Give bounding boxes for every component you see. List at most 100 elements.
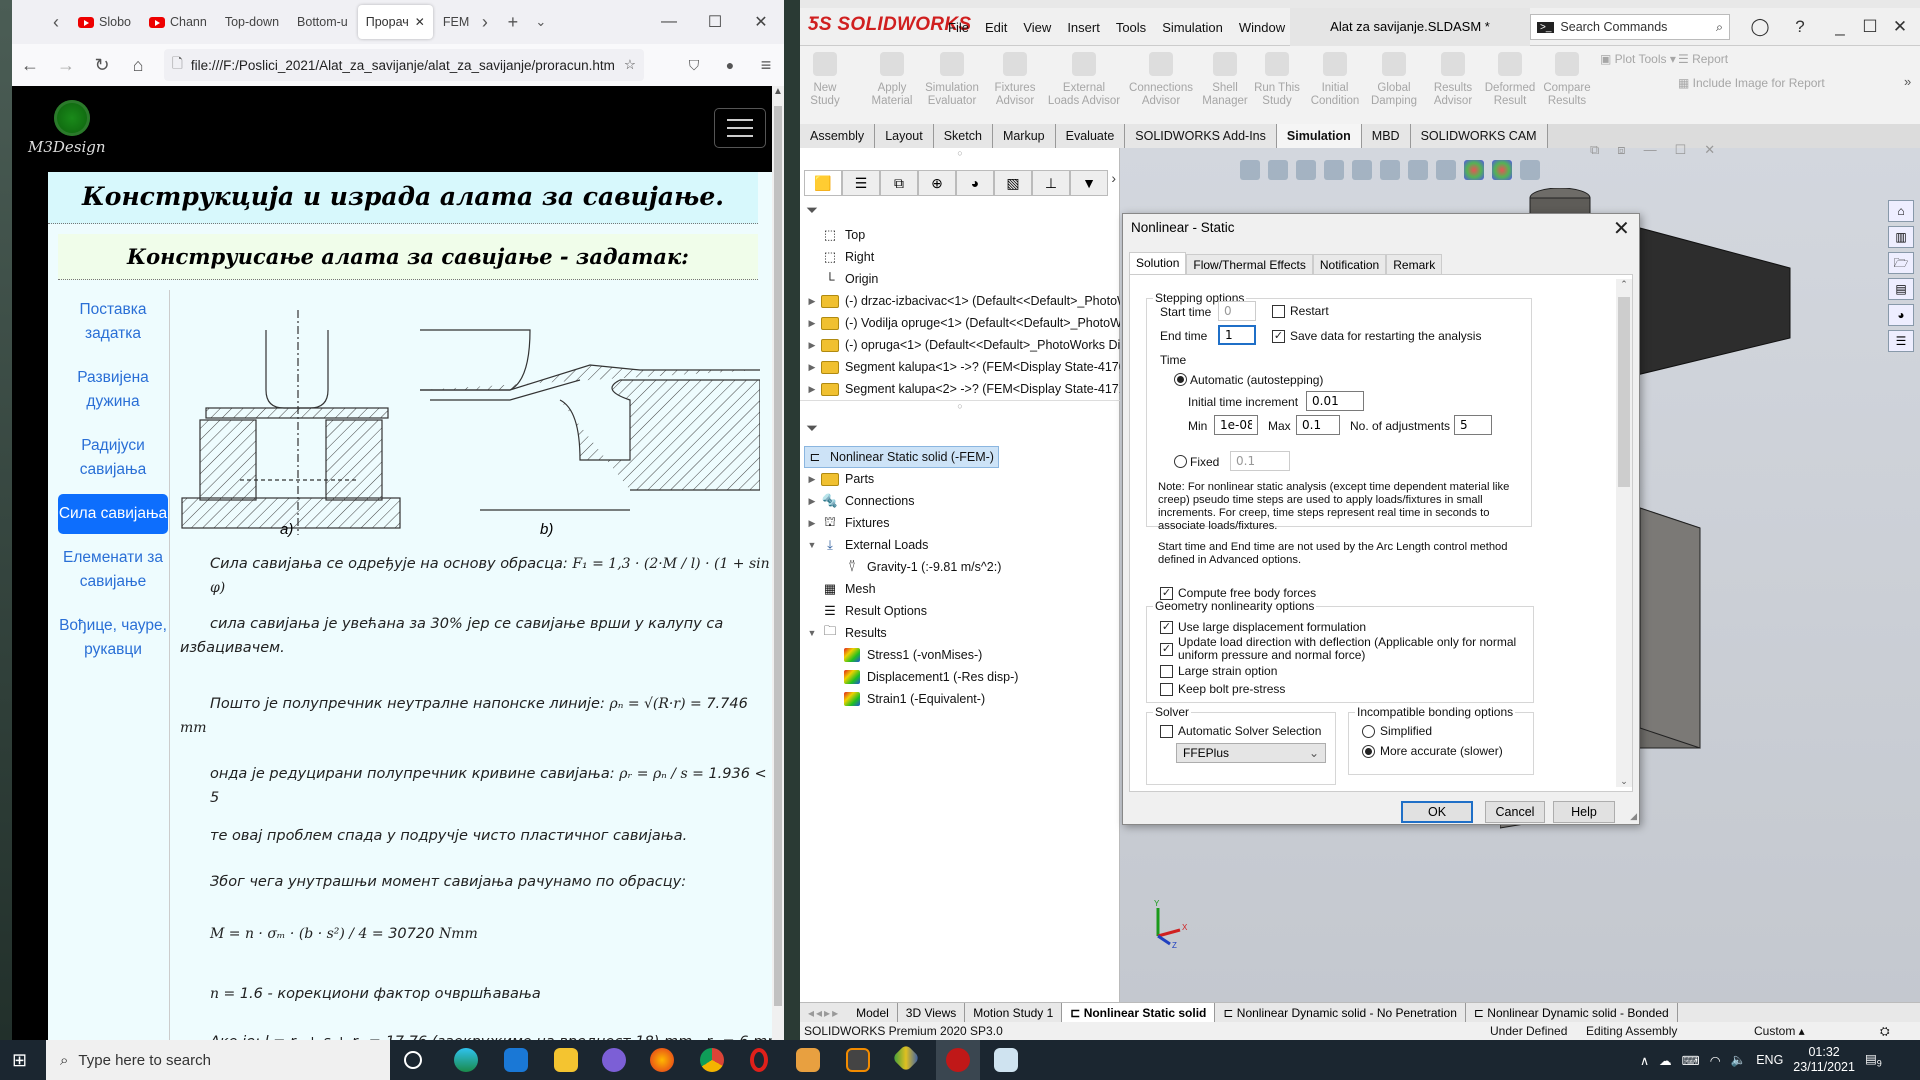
study-root[interactable]: ⊏ Nonlinear Static solid (-FEM-) bbox=[804, 446, 999, 468]
include-image-button[interactable]: ▦ Include Image for Report bbox=[1678, 76, 1825, 90]
maximize-icon[interactable]: ☐ bbox=[1675, 142, 1687, 158]
tree-item-external-loads[interactable]: ▼ ⤓ External Loads bbox=[804, 534, 929, 556]
restart-checkbox[interactable] bbox=[1272, 305, 1285, 318]
new-study-button[interactable]: New Study bbox=[800, 46, 850, 126]
adjustments-input[interactable] bbox=[1454, 415, 1492, 435]
property-manager-tab-icon[interactable]: ☰ bbox=[842, 170, 880, 196]
tree-item-connections[interactable]: ▶ 🔩 Connections bbox=[804, 490, 915, 512]
clock[interactable]: 01:32 23/11/2021 bbox=[1793, 1045, 1855, 1075]
solver-dropdown[interactable]: FFEPlus ⌄ bbox=[1176, 743, 1326, 763]
collapse-arrow-icon[interactable]: ▼ bbox=[804, 628, 820, 638]
viber-icon[interactable] bbox=[602, 1048, 626, 1072]
tab-simulation[interactable]: Simulation bbox=[1276, 124, 1362, 148]
scrollbar-thumb[interactable] bbox=[1618, 297, 1630, 487]
tab-addins[interactable]: SOLIDWORKS Add-Ins bbox=[1125, 124, 1277, 148]
feature-tree-tab-icon[interactable]: 🟨 bbox=[804, 170, 842, 196]
tab-scroll-right-icon[interactable]: › bbox=[471, 12, 499, 33]
nav-item-postavka[interactable]: Поставка задатка bbox=[58, 290, 168, 354]
tree-item-component[interactable]: ▶ (-) Vodilja opruge<1> (Default<<Default… bbox=[804, 312, 1122, 334]
home-icon[interactable]: ⌂ bbox=[120, 55, 156, 76]
view-palette-icon[interactable]: ▤ bbox=[1888, 278, 1914, 300]
back-arrow-icon[interactable]: ← bbox=[12, 55, 48, 76]
run-this-study-button[interactable]: Run This Study bbox=[1252, 46, 1302, 126]
tab-notification[interactable]: Notification bbox=[1312, 254, 1387, 274]
tab-3d-views[interactable]: 3D Views bbox=[898, 1002, 966, 1023]
expand-toolbar-icon[interactable]: » bbox=[1904, 74, 1911, 89]
resize-grip-icon[interactable]: ◢ bbox=[1630, 811, 1637, 822]
apply-scene-icon[interactable] bbox=[1492, 160, 1512, 180]
tab-model[interactable]: Model bbox=[848, 1002, 898, 1023]
tab-mbd[interactable]: MBD bbox=[1361, 124, 1411, 148]
connections-advisor-button[interactable]: Connections Advisor bbox=[1126, 46, 1196, 126]
view-orientation-icon[interactable] bbox=[1380, 160, 1400, 180]
tab-nonlinear-static[interactable]: ⊏ Nonlinear Static solid bbox=[1062, 1002, 1216, 1023]
tree-item-mesh[interactable]: ▦ Mesh bbox=[804, 578, 876, 600]
start-time-input[interactable] bbox=[1218, 301, 1256, 321]
paint-icon[interactable] bbox=[994, 1048, 1018, 1072]
appearances-icon[interactable]: ◕ bbox=[1888, 304, 1914, 326]
app-icon[interactable] bbox=[891, 1043, 921, 1073]
tree-item-origin[interactable]: └ Origin bbox=[804, 268, 878, 290]
tab-solution[interactable]: Solution bbox=[1129, 252, 1187, 274]
tab-scroll-arrows-icon[interactable]: ◂◂▸▸ bbox=[800, 1006, 848, 1020]
menu-insert[interactable]: Insert bbox=[1059, 20, 1108, 35]
external-loads-advisor-button[interactable]: External Loads Advisor bbox=[1046, 46, 1122, 126]
file-explorer-icon[interactable]: 🗁 bbox=[1888, 252, 1914, 274]
tree-item-strain-plot[interactable]: Strain1 (-Equivalent-) bbox=[826, 688, 985, 710]
extensions-icon[interactable]: ● bbox=[712, 57, 748, 73]
compare-results-button[interactable]: Compare Results bbox=[1540, 46, 1594, 126]
help-button[interactable]: Help bbox=[1553, 801, 1615, 823]
tile-icon[interactable]: ⧈ bbox=[1617, 142, 1625, 158]
fixtures-advisor-button[interactable]: Fixtures Advisor bbox=[986, 46, 1044, 126]
zoom-to-fit-icon[interactable] bbox=[1240, 160, 1260, 180]
units-selector[interactable]: Custom ▴ bbox=[1754, 1024, 1805, 1038]
simplified-radio[interactable] bbox=[1362, 725, 1375, 738]
task-view-icon[interactable] bbox=[404, 1051, 422, 1069]
fixed-radio[interactable] bbox=[1174, 455, 1187, 468]
fixed-increment-input[interactable] bbox=[1230, 451, 1290, 471]
expand-arrow-icon[interactable]: ▶ bbox=[804, 296, 820, 307]
deformed-result-button[interactable]: Deformed Result bbox=[1482, 46, 1538, 126]
ime-icon[interactable]: ⌨ bbox=[1682, 1053, 1700, 1068]
save-data-checkbox[interactable]: ✓ bbox=[1272, 330, 1285, 343]
menu-window[interactable]: Window bbox=[1231, 20, 1293, 35]
search-icon[interactable]: ⌕ bbox=[1716, 20, 1723, 35]
forward-arrow-icon[interactable]: → bbox=[48, 55, 84, 76]
report-button[interactable]: ☰ Report bbox=[1678, 52, 1728, 66]
tab-flow-thermal[interactable]: Flow/Thermal Effects bbox=[1186, 254, 1313, 274]
minimize-icon[interactable]: — bbox=[646, 13, 692, 31]
firefox-icon[interactable] bbox=[650, 1048, 674, 1072]
url-bar[interactable]: 🗋 file:///F:/Poslici_2021/Alat_za_savija… bbox=[164, 49, 644, 81]
tree-item-displacement-plot[interactable]: Displacement1 (-Res disp-) bbox=[826, 666, 1018, 688]
section-view-icon[interactable] bbox=[1324, 160, 1344, 180]
display-style-icon[interactable] bbox=[1408, 160, 1428, 180]
cam-feature-tab-icon[interactable]: ▧ bbox=[994, 170, 1032, 196]
plot-tools-button[interactable]: ▣ Plot Tools ▾ bbox=[1600, 52, 1676, 66]
nav-item-elementi[interactable]: Елеменати за савијање bbox=[58, 538, 168, 602]
close-icon[interactable]: ✕ bbox=[1704, 142, 1715, 158]
scroll-up-icon[interactable]: ▲ bbox=[772, 86, 784, 97]
sublime-text-icon[interactable] bbox=[846, 1048, 870, 1072]
help-icon[interactable]: ? bbox=[1780, 8, 1820, 46]
browser-tab-active[interactable]: Прорач ✕ bbox=[357, 5, 433, 39]
tab-layout[interactable]: Layout bbox=[875, 124, 934, 148]
language-indicator[interactable]: ENG bbox=[1756, 1053, 1783, 1067]
tree-item-result-options[interactable]: ☰ Result Options bbox=[804, 600, 927, 622]
browser-tab[interactable]: FEM bbox=[435, 5, 469, 39]
tree-item-fixtures[interactable]: ▶ ⛫ Fixtures bbox=[804, 512, 890, 534]
configuration-manager-tab-icon[interactable]: ⧉ bbox=[880, 170, 918, 196]
expand-arrow-icon[interactable]: ▶ bbox=[804, 340, 820, 351]
chrome-icon[interactable] bbox=[700, 1048, 724, 1072]
new-tab-icon[interactable]: + bbox=[499, 12, 527, 33]
pocket-icon[interactable]: ⛉ bbox=[676, 57, 712, 74]
tab-markup[interactable]: Markup bbox=[992, 124, 1056, 148]
close-icon[interactable]: ✕ bbox=[738, 12, 784, 32]
show-hidden-icons[interactable]: ∧ bbox=[1640, 1053, 1649, 1068]
opera-icon[interactable] bbox=[750, 1048, 768, 1072]
collapse-arrow-icon[interactable]: ▼ bbox=[804, 540, 820, 550]
tab-nonlinear-dynamic-nopen[interactable]: ⊏ Nonlinear Dynamic solid - No Penetrati… bbox=[1215, 1002, 1466, 1023]
nav-item-radijusi[interactable]: Радијуси савијања bbox=[58, 426, 168, 490]
simulation-evaluator-button[interactable]: Simulation Evaluator bbox=[920, 46, 984, 126]
menu-icon[interactable]: ≡ bbox=[748, 55, 784, 76]
large-displacement-checkbox[interactable]: ✓ bbox=[1160, 621, 1173, 634]
